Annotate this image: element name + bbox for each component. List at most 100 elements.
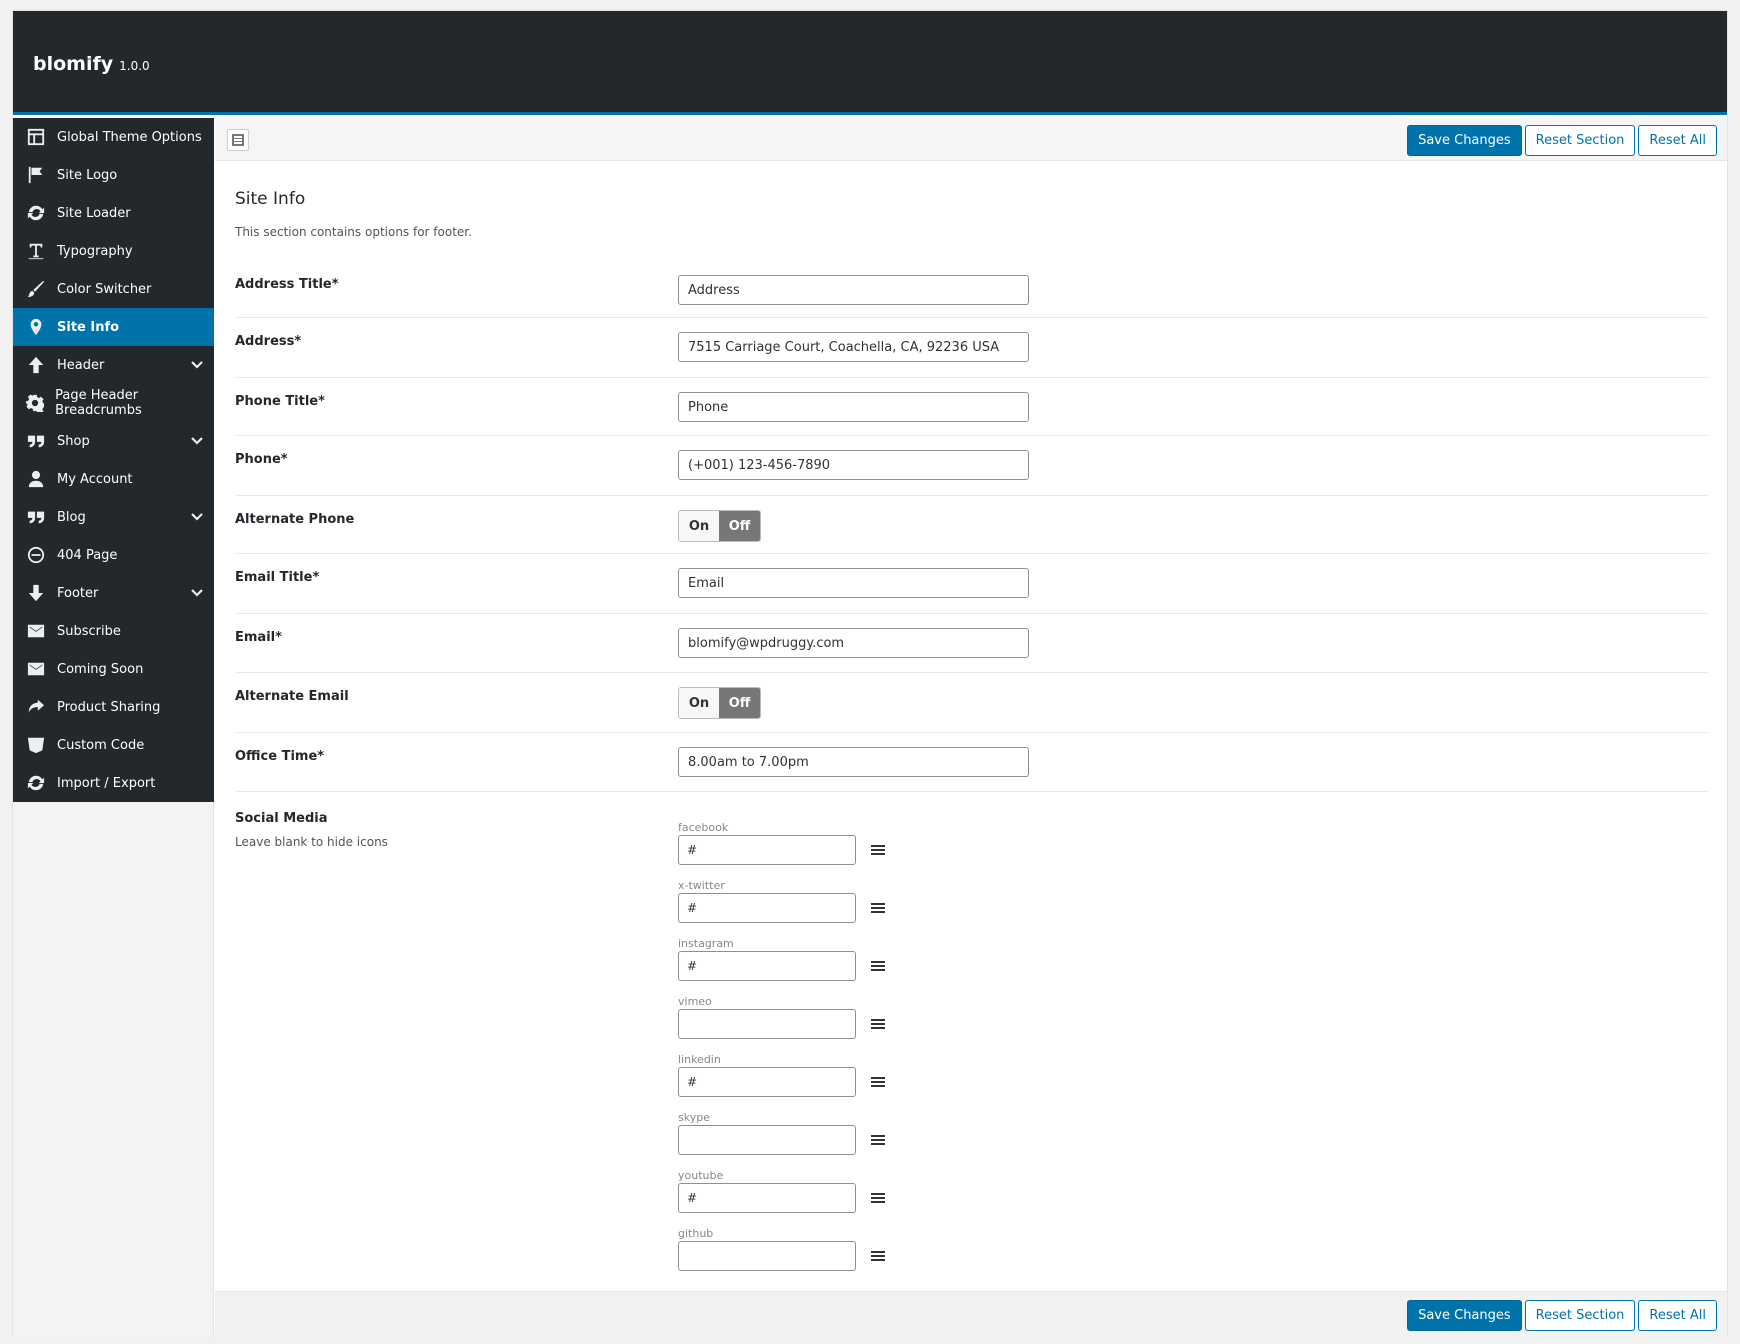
reset-section-button[interactable]: Reset Section [1524,125,1636,156]
sidebar-item-footer[interactable]: Footer [13,574,214,612]
save-button[interactable]: Save Changes [1407,1300,1522,1331]
refresh-icon [25,202,47,224]
sidebar-item-my-account[interactable]: My Account [13,460,214,498]
sidebar-item-label: Footer [57,585,99,601]
social-name: vimeo [678,995,712,1008]
alternate-phone-toggle[interactable]: On Off [678,510,761,542]
reset-section-button[interactable]: Reset Section [1524,1300,1636,1331]
social-media-label: Social Media [235,811,328,826]
linkedin-url-input[interactable] [678,1067,856,1097]
field-label: Phone* [235,452,288,467]
sidebar-item-coming-soon[interactable]: Coming Soon [13,650,214,688]
gear-icon [25,392,45,414]
youtube-url-input[interactable] [678,1183,856,1213]
drag-handle-icon[interactable] [870,1074,886,1090]
field-label: Address Title* [235,277,339,292]
skype-url-input[interactable] [678,1125,856,1155]
vimeo-url-input[interactable] [678,1009,856,1039]
social-name: skype [678,1111,710,1124]
toggle-off[interactable]: Off [719,511,760,541]
layout-icon [25,126,47,148]
expand-options-icon[interactable] [227,129,249,151]
office-time-field[interactable] [678,747,1029,777]
reset-all-button[interactable]: Reset All [1638,125,1717,156]
sidebar-item-header[interactable]: Header [13,346,214,384]
social-name: x-twitter [678,879,725,892]
sidebar-item-label: Global Theme Options [57,129,202,145]
sidebar-item-label: 404 Page [57,547,118,563]
sidebar-filler [13,802,214,1337]
sidebar-item-label: Header [57,357,105,373]
quote-icon [25,430,47,452]
sidebar-item-shop[interactable]: Shop [13,422,214,460]
sidebar-item-import-export[interactable]: Import / Export [13,764,214,802]
sidebar: Global Theme Options Site Logo Site Load… [13,118,214,802]
sidebar-item-404-page[interactable]: 404 Page [13,536,214,574]
social-name: github [678,1227,714,1240]
social-name: youtube [678,1169,724,1182]
envelope-icon [25,658,47,680]
facebook-url-input[interactable] [678,835,856,865]
alternate-email-toggle[interactable]: On Off [678,687,761,719]
sidebar-item-subscribe[interactable]: Subscribe [13,612,214,650]
brand-version: 1.0.0 [119,59,150,73]
email-title-field[interactable] [678,568,1029,598]
top-header: blomify 1.0.0 [13,11,1727,115]
address-title-row: Address Title* [235,261,1709,318]
social-item-instagram: instagram [678,937,928,993]
main-content: Site Info This section contains options … [215,161,1727,1291]
sidebar-item-site-logo[interactable]: Site Logo [13,156,214,194]
email-row: Email* [235,614,1709,673]
sidebar-item-product-sharing[interactable]: Product Sharing [13,688,214,726]
bottom-toolbar: Save Changes Reset Section Reset All [215,1291,1727,1337]
sidebar-item-site-loader[interactable]: Site Loader [13,194,214,232]
chevron-down-icon[interactable] [190,434,204,448]
toggle-on[interactable]: On [679,511,719,541]
drag-handle-icon[interactable] [870,1248,886,1264]
toggle-off[interactable]: Off [719,688,760,718]
drag-handle-icon[interactable] [870,900,886,916]
save-button[interactable]: Save Changes [1407,125,1522,156]
toggle-on[interactable]: On [679,688,719,718]
phone-title-field[interactable] [678,392,1029,422]
instagram-url-input[interactable] [678,951,856,981]
phone-field[interactable] [678,450,1029,480]
drag-handle-icon[interactable] [870,1016,886,1032]
sidebar-item-label: Site Loader [57,205,131,221]
sidebar-item-blog[interactable]: Blog [13,498,214,536]
arrow-up-icon [25,354,47,376]
chevron-down-icon[interactable] [190,510,204,524]
field-label: Email* [235,630,282,645]
sidebar-item-typography[interactable]: Typography [13,232,214,270]
sidebar-item-label: Coming Soon [57,661,144,677]
location-pin-icon [25,316,47,338]
email-field[interactable] [678,628,1029,658]
drag-handle-icon[interactable] [870,958,886,974]
envelope-icon [25,620,47,642]
sidebar-item-label: Site Info [57,319,120,335]
sidebar-item-page-header-breadcrumbs[interactable]: Page Header Breadcrumbs [13,384,214,422]
social-item-skype: skype [678,1111,928,1167]
sidebar-item-color-switcher[interactable]: Color Switcher [13,270,214,308]
sidebar-item-label: Typography [57,243,133,259]
reset-all-button[interactable]: Reset All [1638,1300,1717,1331]
chevron-down-icon[interactable] [190,358,204,372]
refresh-icon [25,772,47,794]
sidebar-item-global-theme-options[interactable]: Global Theme Options [13,118,214,156]
sidebar-item-site-info[interactable]: Site Info [13,308,214,346]
x-twitter-url-input[interactable] [678,893,856,923]
chevron-down-icon[interactable] [190,586,204,600]
sidebar-item-custom-code[interactable]: Custom Code [13,726,214,764]
sidebar-item-label: Shop [57,433,90,449]
drag-handle-icon[interactable] [870,842,886,858]
address-field[interactable] [678,332,1029,362]
sidebar-item-label: Blog [57,509,86,525]
user-icon [25,468,47,490]
arrow-down-icon [25,582,47,604]
drag-handle-icon[interactable] [870,1132,886,1148]
address-title-field[interactable] [678,275,1029,305]
brand: blomify 1.0.0 [33,53,150,75]
drag-handle-icon[interactable] [870,1190,886,1206]
no-entry-icon [25,544,47,566]
github-url-input[interactable] [678,1241,856,1271]
